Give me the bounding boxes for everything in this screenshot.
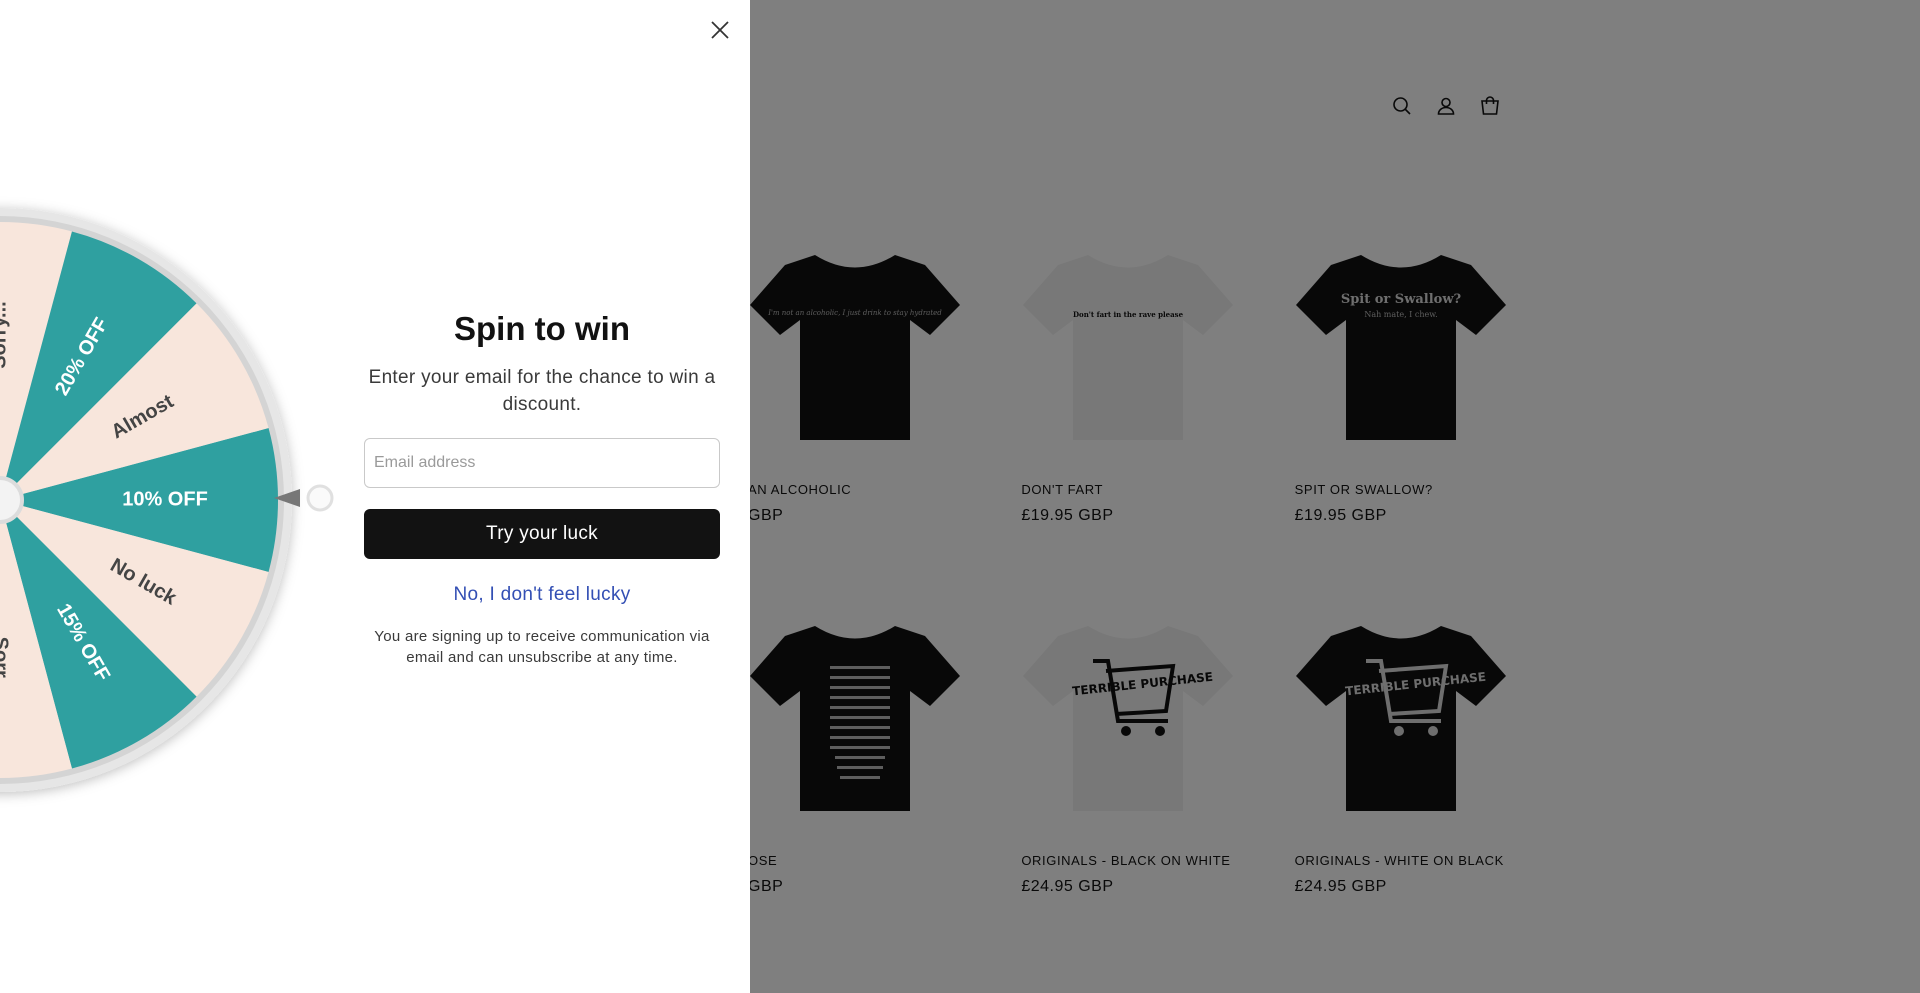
signup-form: Spin to win Enter your email for the cha… bbox=[364, 310, 720, 668]
spin-to-win-modal: Sorry... 20% OFF Almost 10% OFF No luck 15% O… bbox=[0, 0, 750, 993]
decline-link[interactable]: No, I don't feel lucky bbox=[364, 584, 720, 606]
wheel-segment-label: Sorr... bbox=[0, 637, 12, 694]
disclaimer-text: You are signing up to receive communicat… bbox=[374, 628, 710, 666]
prize-wheel: Sorry... 20% OFF Almost 10% OFF No luck 15% O… bbox=[0, 200, 300, 800]
try-your-luck-button[interactable]: Try your luck bbox=[364, 509, 720, 559]
wheel-segment-label: Sorry... bbox=[0, 301, 10, 368]
modal-subtitle: Enter your email for the chance to win a… bbox=[368, 367, 716, 415]
modal-title: Spin to win bbox=[454, 310, 630, 347]
wheel-segment-label: 10% OFF bbox=[122, 488, 208, 510]
close-icon[interactable] bbox=[707, 17, 733, 43]
prize-wheel-graphic: Sorry... 20% OFFAlmost10% OFFNo luck15% O… bbox=[0, 208, 292, 792]
email-input[interactable] bbox=[364, 438, 720, 488]
wheel-pointer-icon bbox=[270, 481, 334, 515]
wheel-segments: Sorry... 20% OFFAlmost10% OFFNo luck15% O… bbox=[0, 222, 278, 778]
